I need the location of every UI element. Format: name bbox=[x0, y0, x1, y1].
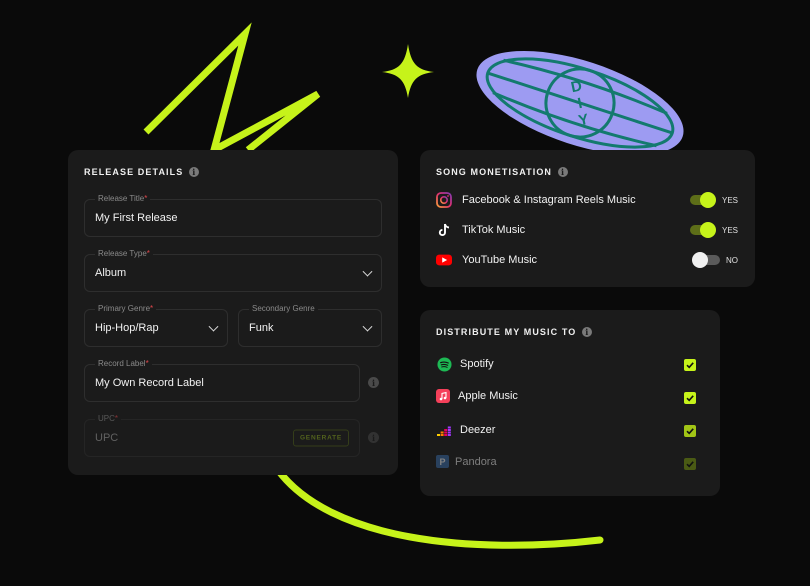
release-type-value: Album bbox=[95, 267, 127, 279]
zigzag-decoration bbox=[143, 22, 321, 157]
apple-music-icon bbox=[436, 389, 450, 403]
distribute-label: Apple Music bbox=[458, 390, 518, 402]
release-details-header: RELEASE DETAILS i bbox=[84, 167, 200, 177]
distribute-row: P Pandora bbox=[436, 455, 497, 468]
secondary-genre-label: Secondary Genre bbox=[249, 304, 318, 313]
upc-label: UPC* bbox=[95, 414, 122, 423]
distribute-header: DISTRIBUTE MY MUSIC TO i bbox=[436, 327, 593, 337]
info-icon[interactable]: i bbox=[189, 167, 200, 177]
release-title-value: My First Release bbox=[95, 212, 178, 224]
distribute-row: Apple Music bbox=[436, 389, 518, 403]
record-label-field[interactable]: Record Label* My Own Record Label bbox=[84, 359, 360, 402]
song-monetisation-title: SONG MONETISATION bbox=[436, 167, 553, 177]
youtube-toggle[interactable] bbox=[692, 252, 720, 268]
toggle-state: YES bbox=[722, 226, 739, 235]
monetisation-label: YouTube Music bbox=[462, 254, 538, 266]
distribute-label: Pandora bbox=[455, 455, 497, 468]
upc-placeholder: UPC bbox=[95, 432, 119, 444]
release-details-card: RELEASE DETAILS i Release Title* My Firs… bbox=[68, 150, 398, 475]
primary-genre-select[interactable]: Primary Genre* Hip-Hop/Rap bbox=[84, 304, 228, 347]
info-icon[interactable]: i bbox=[558, 167, 569, 177]
upc-field[interactable]: UPC* UPC GENERATE bbox=[84, 414, 360, 457]
tiktok-icon bbox=[436, 222, 452, 238]
pandora-icon: P bbox=[436, 455, 449, 468]
primary-genre-label: Primary Genre* bbox=[95, 304, 157, 313]
deezer-icon bbox=[436, 422, 452, 438]
tiktok-toggle[interactable] bbox=[690, 222, 716, 238]
apple-music-checkbox[interactable] bbox=[684, 392, 696, 404]
monetisation-row: YouTube Music bbox=[436, 252, 537, 268]
deezer-checkbox[interactable] bbox=[684, 425, 696, 437]
toggle-knob bbox=[700, 192, 716, 208]
distribute-card: DISTRIBUTE MY MUSIC TO i Spotify Apple M… bbox=[420, 310, 720, 496]
release-title-label: Release Title* bbox=[95, 194, 151, 203]
monetisation-row: TikTok Music bbox=[436, 222, 525, 238]
monetisation-label: Facebook & Instagram Reels Music bbox=[462, 194, 636, 206]
distribute-label: Deezer bbox=[460, 424, 496, 436]
monetisation-label: TikTok Music bbox=[462, 224, 526, 236]
secondary-genre-select[interactable]: Secondary Genre Funk bbox=[238, 304, 382, 347]
primary-genre-value: Hip-Hop/Rap bbox=[95, 322, 159, 334]
record-label-value: My Own Record Label bbox=[95, 377, 204, 389]
record-label-label: Record Label* bbox=[95, 359, 152, 368]
pandora-checkbox[interactable] bbox=[684, 458, 696, 470]
facebook-instagram-toggle[interactable] bbox=[690, 192, 716, 208]
toggle-state: NO bbox=[726, 256, 738, 265]
secondary-genre-value: Funk bbox=[249, 322, 274, 334]
release-type-label: Release Type* bbox=[95, 249, 153, 258]
upc-info-icon[interactable]: i bbox=[368, 432, 379, 443]
toggle-state: YES bbox=[722, 196, 739, 205]
sparkle-icon bbox=[382, 44, 434, 98]
release-title-field[interactable]: Release Title* My First Release bbox=[84, 194, 382, 237]
song-monetisation-header: SONG MONETISATION i bbox=[436, 167, 569, 177]
spotify-icon bbox=[436, 356, 452, 372]
record-label-info-icon[interactable]: i bbox=[368, 377, 379, 388]
chevron-down-icon bbox=[362, 321, 373, 332]
chevron-down-icon bbox=[362, 266, 373, 277]
distribute-row: Spotify bbox=[436, 356, 494, 372]
distribute-label: Spotify bbox=[460, 358, 494, 370]
distribute-row: Deezer bbox=[436, 422, 495, 438]
release-details-title: RELEASE DETAILS bbox=[84, 167, 184, 177]
release-type-select[interactable]: Release Type* Album bbox=[84, 249, 382, 292]
chevron-down-icon bbox=[208, 321, 219, 332]
song-monetisation-card: SONG MONETISATION i Facebook & Instagram… bbox=[420, 150, 755, 287]
monetisation-row: Facebook & Instagram Reels Music bbox=[436, 192, 636, 208]
generate-button[interactable]: GENERATE bbox=[292, 429, 349, 447]
distribute-title: DISTRIBUTE MY MUSIC TO bbox=[436, 327, 577, 337]
instagram-icon bbox=[436, 192, 452, 208]
toggle-knob bbox=[700, 222, 716, 238]
info-icon[interactable]: i bbox=[582, 327, 593, 337]
spotify-checkbox[interactable] bbox=[684, 359, 696, 371]
youtube-icon bbox=[436, 252, 452, 268]
toggle-knob bbox=[692, 252, 708, 268]
